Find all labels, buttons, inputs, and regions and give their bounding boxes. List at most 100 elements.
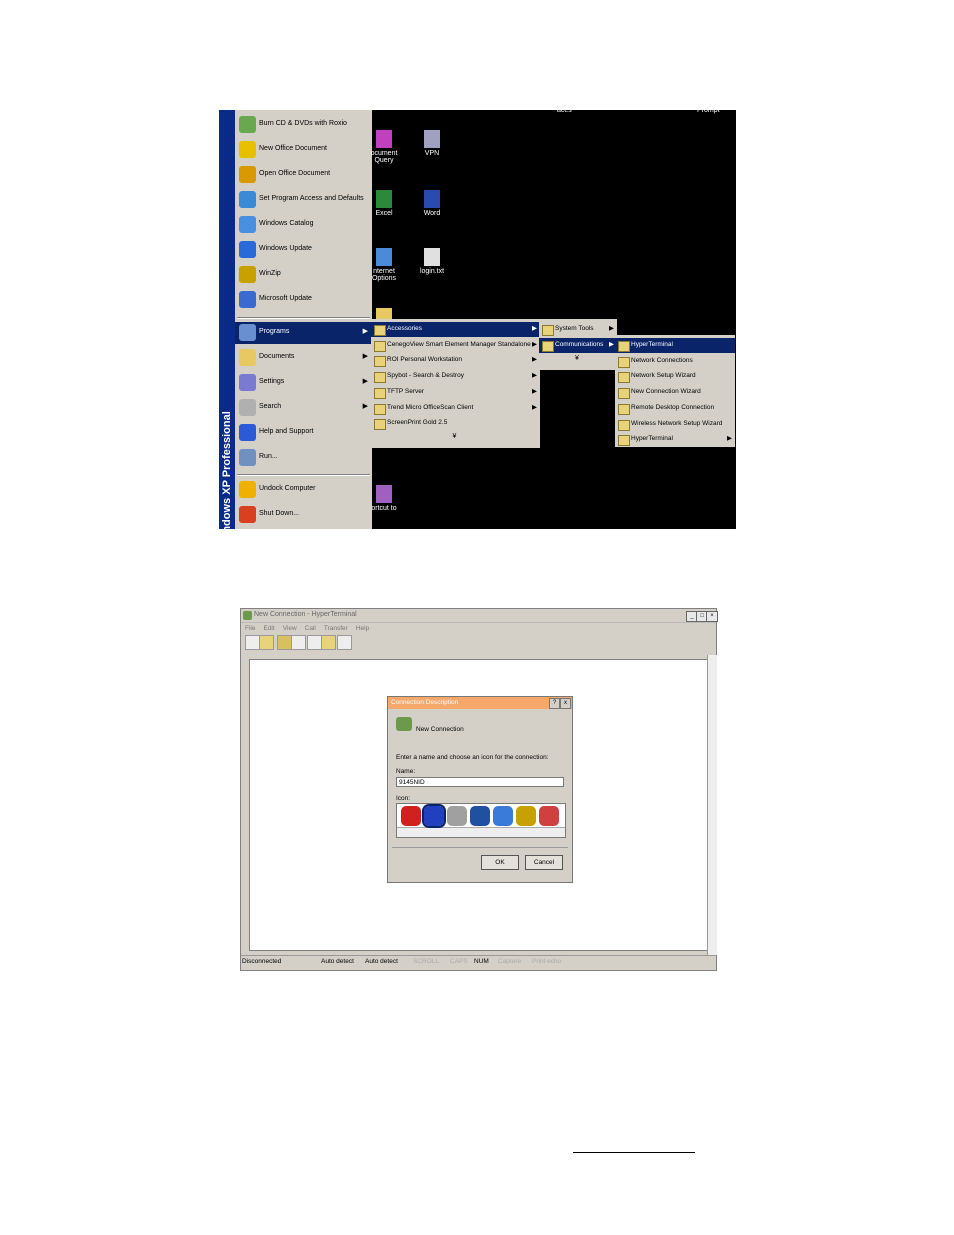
communications-item-network-setup-wizard[interactable]: Network Setup Wizard (615, 369, 735, 384)
folder-icon (374, 372, 386, 384)
start-item-open-office-document[interactable]: Open Office Document (235, 164, 372, 186)
cancel-button[interactable]: Cancel (525, 855, 563, 870)
more-items-chevron-icon[interactable]: ¥ (453, 433, 457, 440)
menu-transfer[interactable]: Transfer (324, 625, 348, 632)
start-menu: Burn CD & DVDs with Roxio New Office Docu… (235, 110, 372, 529)
connection-icon-option[interactable] (447, 806, 467, 826)
new-icon[interactable] (245, 635, 260, 650)
start-item-documents[interactable]: Documents ▶ (235, 347, 372, 369)
programs-item-cenegoview-smart-element-manager-standalone[interactable]: CenegoView Smart Element Manager Standal… (371, 338, 540, 353)
start-item-programs[interactable]: Programs ▶ (235, 322, 372, 344)
menu-call[interactable]: Call (305, 625, 316, 632)
start-item-winzip[interactable]: WinZip (235, 264, 372, 286)
communications-item-new-connection-wizard[interactable]: New Connection Wizard (615, 385, 735, 400)
connect-icon[interactable] (277, 635, 292, 650)
hyperterminal-window: New Connection - HyperTerminal _ □ × Fil… (240, 608, 718, 971)
start-item-label: New Office Document (259, 145, 327, 152)
desktop-icon-3[interactable]: Word (415, 190, 449, 217)
start-item-run[interactable]: Run... (235, 447, 372, 469)
menu-view[interactable]: View (283, 625, 297, 632)
menu-edit[interactable]: Edit (263, 625, 274, 632)
desktop-icon-0[interactable]: ocument Query (367, 130, 401, 164)
open-icon[interactable] (259, 635, 274, 650)
status-pane: Capture (498, 958, 522, 965)
start-item-settings[interactable]: Settings ▶ (235, 372, 372, 394)
communications-item-hyperterminal[interactable]: HyperTerminal (615, 338, 735, 353)
start-item-label: Programs (259, 328, 290, 335)
windows-xp-band-text: Windows XP Professional (221, 411, 233, 529)
desktop-icon-4[interactable]: nternet Options (367, 248, 401, 282)
desktop-icon-7[interactable]: ortcut to (367, 485, 401, 512)
accessories-item-communications[interactable]: Communications ▶ (539, 337, 617, 353)
communications-item-network-connections[interactable]: Network Connections (615, 354, 735, 369)
windows-catalog-icon (239, 216, 256, 233)
status-pane: SCROLL (413, 958, 440, 965)
start-item-windows-catalog[interactable]: Windows Catalog (235, 214, 372, 236)
status-bar: Disconnected Auto detect Auto detect SCROLL… (241, 955, 716, 970)
programs-item-screenprint-gold-2-5[interactable]: ScreenPrint Gold 2.5 (371, 416, 540, 431)
programs-item-accessories[interactable]: Accessories ▶ (371, 322, 540, 337)
connection-icon-option[interactable] (516, 806, 536, 826)
dialog-close-button[interactable]: x (560, 698, 571, 709)
start-item-burn-cd-dvds-with-roxio[interactable]: Burn CD & DVDs with Roxio (235, 114, 372, 136)
help-button[interactable]: ? (549, 698, 560, 709)
hyperterminal-menubar: File Edit View Call Transfer Help (245, 623, 377, 633)
submenu-arrow-icon: ▶ (532, 387, 537, 395)
menu-file[interactable]: File (245, 625, 255, 632)
start-item-search[interactable]: Search ▶ (235, 397, 372, 419)
desktop-icon-1[interactable]: VPN (415, 130, 449, 157)
programs-item-trend-micro-officescan-client[interactable]: Trend Micro OfficeScan Client ▶ (371, 401, 540, 416)
programs-item-tftp-server[interactable]: TFTP Server ▶ (371, 385, 540, 400)
office-open-icon (239, 166, 256, 183)
folder-icon (374, 340, 386, 352)
programs-item-roi-personal-workstation[interactable]: ROI Personal Workstation ▶ (371, 353, 540, 368)
connection-icon-option[interactable] (401, 806, 421, 826)
start-item-new-office-document[interactable]: New Office Document (235, 139, 372, 161)
ok-button[interactable]: OK (481, 855, 519, 870)
text-file-icon (424, 248, 440, 266)
start-item-windows-update[interactable]: Windows Update (235, 239, 372, 261)
communications-item-remote-desktop-connection[interactable]: Remote Desktop Connection (615, 401, 735, 416)
name-input[interactable]: 9145NID (396, 777, 564, 787)
send-icon[interactable] (307, 635, 322, 650)
connection-icon-option[interactable] (493, 806, 513, 826)
start-menu-screenshot: Windows XP Professional Burn CD & DVDs w… (219, 110, 736, 529)
start-item-label: Microsoft Update (259, 295, 312, 302)
icon-list-scrollbar[interactable] (397, 827, 565, 837)
properties-icon[interactable] (337, 635, 352, 650)
desktop-icon-5[interactable]: login.txt (415, 248, 449, 275)
communications-item-wireless-network-setup-wizard[interactable]: Wireless Network Setup Wizard (615, 417, 735, 432)
close-button[interactable]: × (706, 611, 718, 622)
shortcut-icon (376, 485, 392, 503)
search-icon (239, 399, 256, 416)
start-item-set-program-access-and-defaults[interactable]: Set Program Access and Defaults (235, 189, 372, 211)
start-item-microsoft-update[interactable]: Microsoft Update (235, 289, 372, 311)
disconnect-icon[interactable] (291, 635, 306, 650)
wireless-setup-icon (618, 419, 630, 431)
communications-item-hyperterminal[interactable]: HyperTerminal ▶ (615, 432, 735, 447)
icon-list[interactable] (396, 803, 566, 838)
submenu-item-label: System Tools (555, 325, 594, 332)
connection-description-dialog: Connection Description ? x New Connectio… (387, 696, 573, 883)
connection-icon-option[interactable] (422, 804, 446, 828)
connection-icon-option[interactable] (539, 806, 559, 826)
menu-help[interactable]: Help (356, 625, 369, 632)
vpn-icon (424, 130, 440, 148)
start-item-undock-computer[interactable]: Undock Computer (235, 479, 372, 501)
start-item-shut-down[interactable]: Shut Down... (235, 504, 372, 526)
folder-icon (374, 387, 386, 399)
desktop-icon-label: login.txt (419, 268, 445, 275)
submenu-item-label: Network Connections (631, 356, 693, 364)
programs-item-spybot-search-destroy[interactable]: Spybot - Search & Destroy ▶ (371, 369, 540, 384)
vertical-scrollbar[interactable] (707, 655, 717, 955)
accessories-item-system-tools[interactable]: System Tools ▶ (539, 322, 617, 337)
dialog-prompt: Enter a name and choose an icon for the … (396, 754, 549, 761)
more-items-chevron-icon[interactable]: ¥ (575, 355, 579, 362)
receive-icon[interactable] (321, 635, 336, 650)
start-item-help-and-support[interactable]: Help and Support (235, 422, 372, 444)
status-pane: CAPS (450, 958, 468, 965)
desktop-icon-2[interactable]: Excel (367, 190, 401, 217)
start-item-label: Shut Down... (259, 510, 300, 517)
connection-icon-option[interactable] (470, 806, 490, 826)
submenu-arrow-icon: ▶ (532, 340, 537, 348)
